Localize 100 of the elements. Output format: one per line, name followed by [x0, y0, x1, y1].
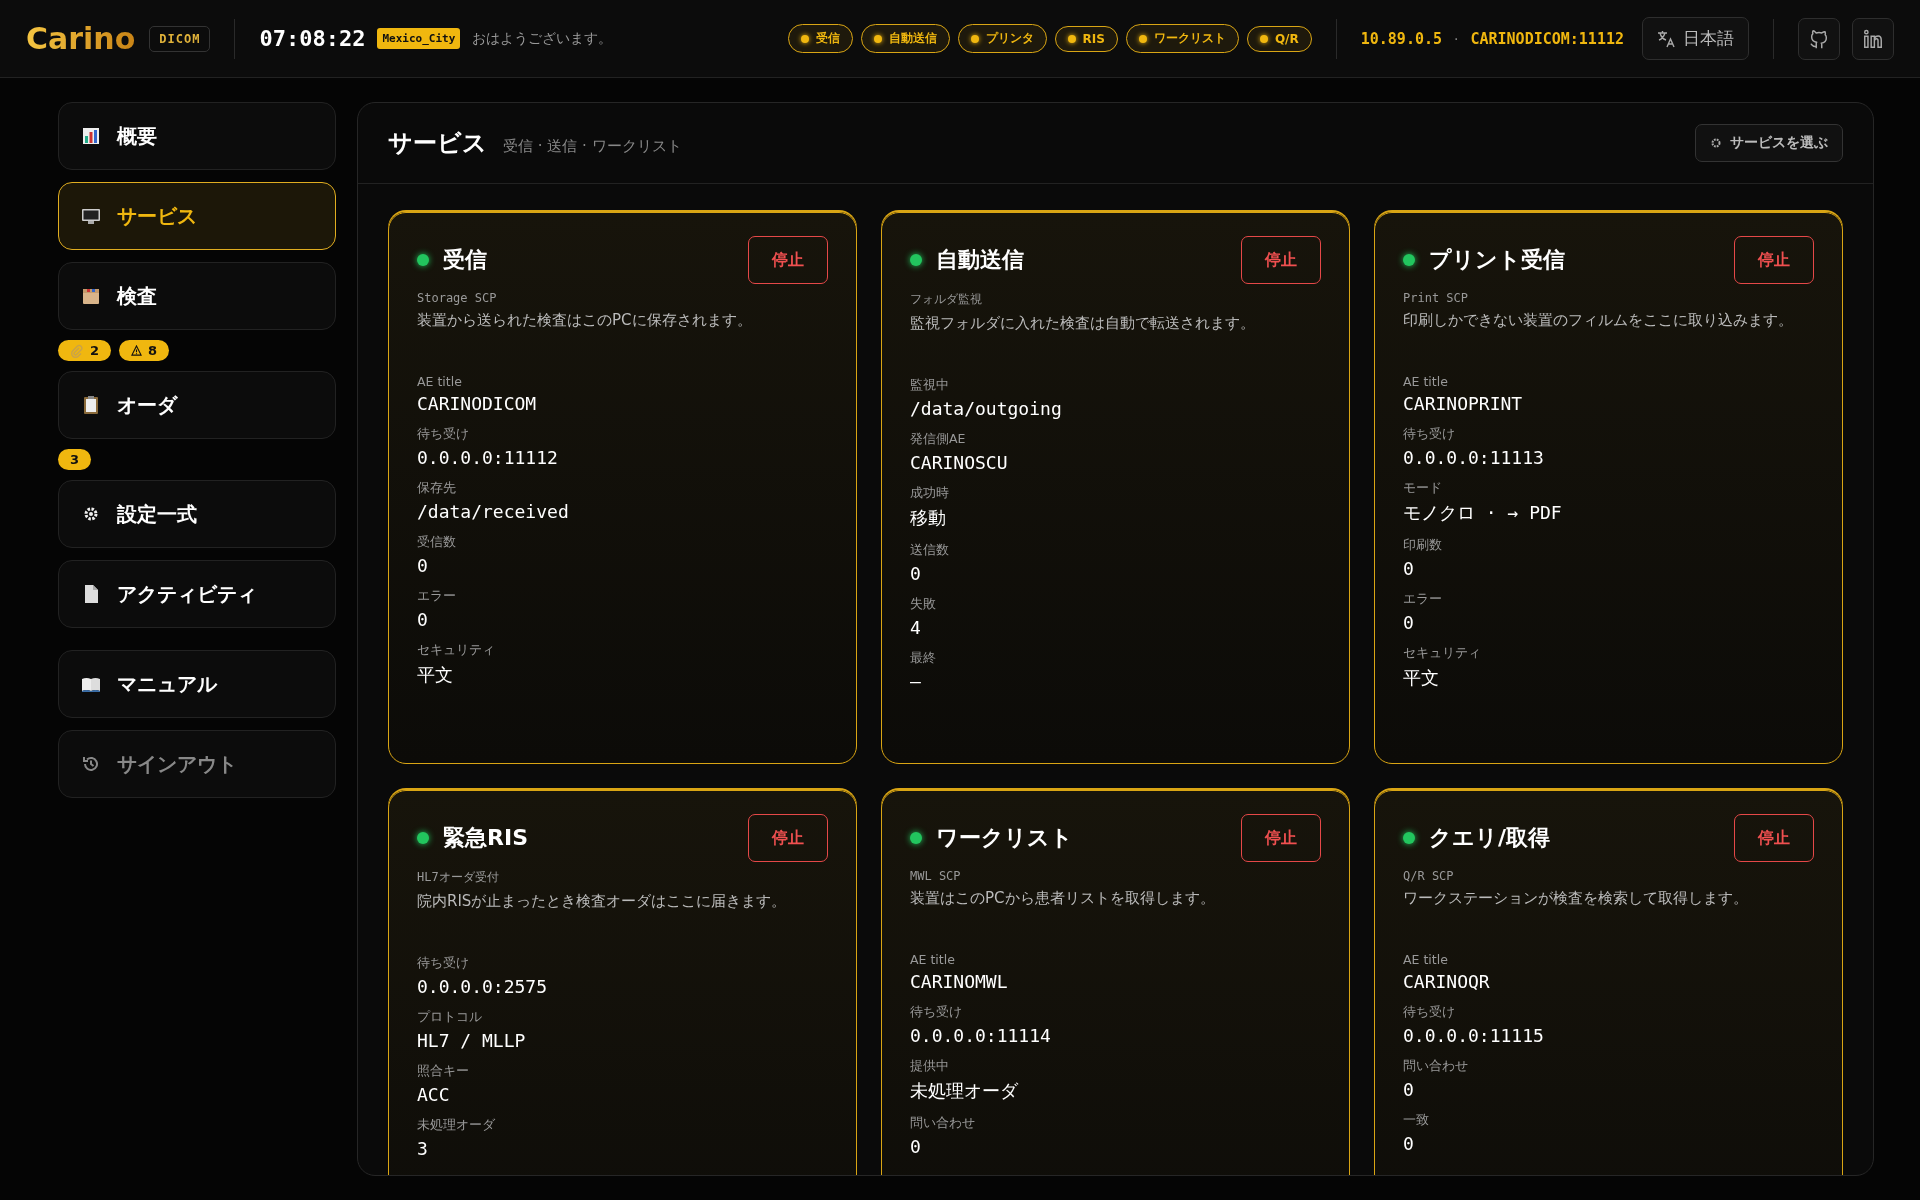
field-label: 監視中: [910, 377, 950, 394]
service-status-pill[interactable]: プリンタ: [957, 24, 1047, 53]
field-value: 3: [417, 1138, 429, 1159]
field-label: AE title: [417, 374, 463, 389]
count-badge: 2: [58, 340, 112, 361]
stop-button[interactable]: 停止: [748, 236, 828, 284]
stop-button[interactable]: 停止: [1734, 814, 1814, 862]
service-type: フォルダ監視: [910, 291, 983, 308]
field-value: 0.0.0.0:11115: [1403, 1025, 1545, 1046]
history-icon: [81, 754, 101, 774]
service-type: MWL SCP: [910, 869, 962, 883]
service-status-pill[interactable]: RIS: [1054, 25, 1118, 52]
field-value: 未処理オーダ: [910, 1079, 1019, 1103]
field-label: 印刷数: [1403, 537, 1443, 554]
linkedin-icon: [1862, 27, 1884, 50]
stop-button[interactable]: 停止: [1241, 814, 1321, 862]
service-description: 監視フォルダに入れた検査は自動で転送されます。: [910, 314, 1256, 333]
service-status-pill[interactable]: Q/R: [1246, 25, 1312, 52]
box-icon: [81, 286, 101, 306]
field-label: 未処理オーダ: [417, 1117, 496, 1134]
field-label: 受信数: [417, 534, 457, 551]
ae-port: CARINODICOM:11112: [1470, 29, 1624, 48]
sidebar-item[interactable]: 設定一式: [58, 480, 336, 548]
field-label: セキュリティ: [1403, 645, 1482, 662]
service-type: Storage SCP: [417, 291, 498, 305]
field-value: モノクロ · → PDF: [1403, 501, 1563, 525]
monitor-icon: [81, 206, 101, 226]
clock: 07:08:22: [259, 26, 366, 51]
field-value: 0: [1403, 558, 1415, 579]
sidebar-item[interactable]: 検査: [58, 262, 336, 330]
paperclip-icon: [70, 343, 84, 358]
field-label: 成功時: [910, 485, 950, 502]
field-label: 待ち受け: [1403, 426, 1456, 443]
chart-icon: [81, 126, 101, 146]
stop-button[interactable]: 停止: [748, 814, 828, 862]
service-description: 院内RISが止まったとき検査オーダはここに届きます。: [417, 892, 788, 911]
field-label: 提供中: [910, 1058, 950, 1075]
service-status-pill[interactable]: ワークリスト: [1125, 24, 1239, 53]
field-label: AE title: [910, 952, 956, 967]
service-description: ワークステーションが検査を検索して取得します。: [1403, 889, 1749, 908]
field-label: 待ち受け: [417, 955, 470, 972]
field-label: 発信側AE: [910, 431, 967, 448]
field-value: HL7 / MLLP: [417, 1030, 527, 1051]
translate-icon: [1657, 29, 1675, 48]
timezone-tag: Mexico_City: [377, 28, 461, 49]
field-value: 4: [910, 617, 922, 638]
field-value: CARINOQR: [1403, 971, 1491, 992]
gear-icon: [1710, 137, 1722, 149]
sidebar-item[interactable]: サインアウト: [58, 730, 336, 798]
field-value: 0.0.0.0:2575: [417, 976, 549, 997]
field-label: 問い合わせ: [1403, 1058, 1469, 1075]
field-value: CARINOPRINT: [1403, 393, 1524, 414]
field-label: 送信数: [910, 542, 950, 559]
field-value: 0.0.0.0:11114: [910, 1025, 1052, 1046]
field-label: 問い合わせ: [910, 1115, 976, 1132]
field-label: AE title: [1403, 374, 1449, 389]
language-button[interactable]: 日本語: [1642, 17, 1749, 60]
separator: ·: [1454, 30, 1459, 47]
address: 10.89.0.5: [1360, 29, 1442, 48]
github-icon: [1808, 27, 1830, 50]
service-status-pill[interactable]: 自動送信: [860, 24, 950, 53]
field-label: 照合キー: [417, 1063, 470, 1080]
choose-service-button[interactable]: サービスを選ぶ: [1695, 124, 1843, 162]
sidebar-item[interactable]: サービス: [58, 182, 336, 250]
field-label: 待ち受け: [417, 426, 470, 443]
sidebar-item[interactable]: オーダ: [58, 371, 336, 439]
github-button[interactable]: [1798, 17, 1840, 60]
linkedin-button[interactable]: [1852, 17, 1894, 60]
field-value: CARINOMWL: [910, 971, 1009, 992]
field-label: 最終: [910, 650, 937, 667]
service-title: プリント受信: [1429, 246, 1565, 274]
service-title: ワークリスト: [936, 824, 1073, 852]
field-value: 0: [417, 555, 429, 576]
stop-button[interactable]: 停止: [1241, 236, 1321, 284]
sidebar-item[interactable]: マニュアル: [58, 650, 336, 718]
field-value: /data/received: [417, 501, 570, 522]
field-label: 保存先: [417, 480, 457, 497]
field-label: 待ち受け: [910, 1004, 963, 1021]
field-label: セキュリティ: [417, 642, 496, 659]
sidebar-item[interactable]: アクティビティ: [58, 560, 336, 628]
panel-subtitle: 受信 · 送信 · ワークリスト: [503, 136, 682, 156]
field-value: 0.0.0.0:11113: [1403, 447, 1545, 468]
field-label: 一致: [1403, 1112, 1430, 1129]
field-label: エラー: [1403, 591, 1443, 608]
count-badge: 8: [119, 340, 170, 361]
product-tag: DICOM: [149, 25, 211, 52]
sidebar-item[interactable]: 概要: [58, 102, 336, 170]
field-label: 失敗: [910, 596, 937, 613]
clipboard-icon: [81, 395, 101, 415]
service-title: 緊急RIS: [443, 824, 528, 852]
service-status-pill[interactable]: 受信: [787, 24, 853, 53]
field-label: 待ち受け: [1403, 1004, 1456, 1021]
service-type: HL7オーダ受付: [417, 869, 500, 886]
service-description: 印刷しかできない装置のフィルムをここに取り込みます。: [1403, 311, 1794, 330]
service-title: 自動送信: [936, 246, 1024, 274]
field-label: モード: [1403, 480, 1443, 497]
field-value: 移動: [910, 506, 947, 530]
service-description: 装置から送られた検査はこのPCに保存されます。: [417, 311, 753, 330]
stop-button[interactable]: 停止: [1734, 236, 1814, 284]
field-value: 0: [417, 609, 429, 630]
